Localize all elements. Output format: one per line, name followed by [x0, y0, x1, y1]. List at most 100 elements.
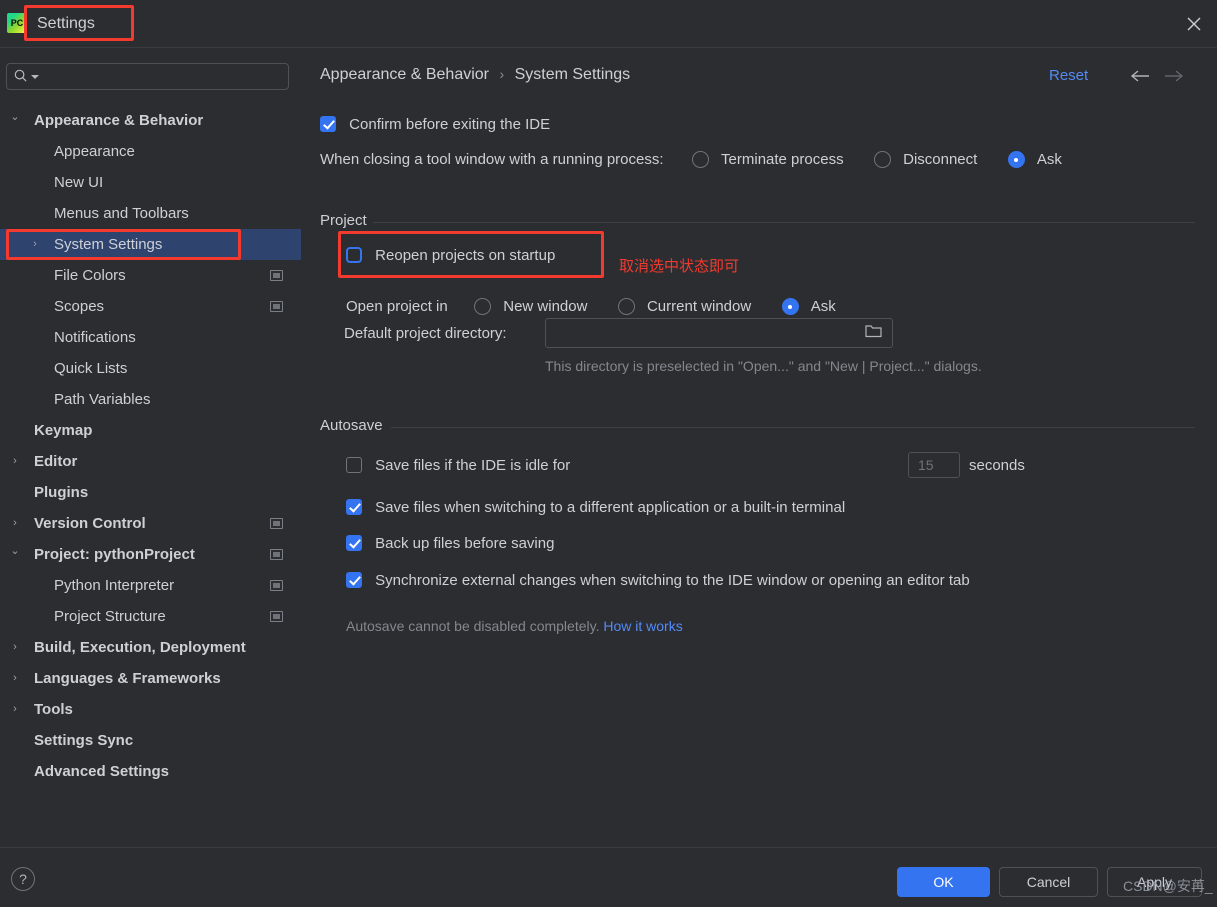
sidebar-item-build-execution-deployment[interactable]: › Build, Execution, Deployment [0, 632, 301, 663]
radio-new-window-dot[interactable] [474, 298, 492, 315]
chevron-down-icon[interactable]: ⌄ [8, 539, 22, 563]
sidebar-item-label: Settings Sync [34, 732, 134, 749]
breadcrumb-current: System Settings [514, 66, 631, 83]
confirm-exit-row[interactable]: Confirm before exiting the IDE [320, 116, 550, 133]
chevron-right-icon[interactable]: › [8, 694, 22, 725]
sidebar-item-keymap[interactable]: Keymap [0, 415, 301, 446]
radio-current-window[interactable]: Current window [617, 298, 756, 315]
chevron-right-icon[interactable]: › [8, 446, 22, 477]
radio-disconnect[interactable]: Disconnect [873, 151, 982, 168]
radio-terminate-process-label: Terminate process [721, 151, 844, 168]
open-project-in-label: Open project in [346, 298, 448, 315]
sidebar-item-scopes[interactable]: Scopes [0, 291, 301, 322]
chevron-right-icon[interactable]: › [8, 632, 22, 663]
autosave-group-divider [391, 427, 1195, 428]
sidebar-item-appearance[interactable]: Appearance [0, 136, 301, 167]
chevron-right-icon[interactable]: › [8, 508, 22, 539]
autosave-sync-label: Synchronize external changes when switch… [375, 572, 970, 589]
sidebar-item-path-variables[interactable]: Path Variables [0, 384, 301, 415]
sidebar-item-appearance-behavior[interactable]: ⌄ Appearance & Behavior [0, 105, 301, 136]
sidebar-item-tools[interactable]: › Tools [0, 694, 301, 725]
project-scope-icon [270, 270, 283, 281]
radio-terminate-process[interactable]: Terminate process [691, 151, 848, 168]
settings-sidebar: ⌄ Appearance & Behavior Appearance New UI Me… [0, 48, 301, 847]
radio-new-window[interactable]: New window [474, 298, 592, 315]
radio-terminate-process-dot[interactable] [691, 151, 709, 168]
sidebar-item-version-control[interactable]: › Version Control [0, 508, 301, 539]
sidebar-item-file-colors[interactable]: File Colors [0, 260, 301, 291]
project-group-title: Project [320, 212, 367, 229]
sidebar-item-label: Appearance [54, 143, 135, 160]
folder-icon[interactable] [865, 323, 882, 343]
chinese-annotation: 取消选中状态即可 [619, 258, 740, 275]
project-scope-icon [270, 518, 283, 529]
close-icon[interactable] [1181, 11, 1207, 37]
sidebar-item-editor[interactable]: › Editor [0, 446, 301, 477]
autosave-idle-seconds-input[interactable]: 15 [908, 452, 960, 478]
autosave-group-title: Autosave [320, 417, 383, 434]
radio-project-ask[interactable]: Ask [781, 298, 836, 315]
reopen-projects-row[interactable]: Reopen projects on startup [346, 247, 555, 264]
radio-current-window-dot[interactable] [617, 298, 635, 315]
autosave-backup-label: Back up files before saving [375, 535, 555, 552]
chevron-right-icon[interactable]: › [8, 663, 22, 694]
autosave-backup-row[interactable]: Back up files before saving [346, 535, 554, 552]
autosave-sync-checkbox[interactable] [346, 572, 362, 588]
autosave-switch-app-checkbox[interactable] [346, 499, 362, 515]
default-project-directory-input[interactable] [545, 318, 893, 348]
default-dir-hint: This directory is preselected in "Open..… [545, 358, 982, 374]
sidebar-item-label: Advanced Settings [34, 763, 170, 780]
sidebar-item-label: New UI [54, 174, 104, 191]
breadcrumb: Appearance & Behavior › System Settings [320, 66, 630, 84]
radio-tool-ask[interactable]: Ask [1007, 151, 1062, 168]
sidebar-item-label: Build, Execution, Deployment [34, 639, 246, 656]
autosave-backup-checkbox[interactable] [346, 535, 362, 551]
arrow-right-icon[interactable] [1163, 68, 1187, 88]
radio-current-window-label: Current window [646, 298, 752, 315]
radio-project-ask-dot[interactable] [781, 298, 799, 315]
reset-link[interactable]: Reset [1049, 67, 1088, 84]
radio-project-ask-label: Ask [810, 298, 836, 315]
ok-button[interactable]: OK [897, 867, 990, 897]
radio-disconnect-dot[interactable] [873, 151, 891, 168]
sidebar-item-python-interpreter[interactable]: Python Interpreter [0, 570, 301, 601]
confirm-exit-checkbox[interactable] [320, 116, 336, 132]
search-field[interactable] [6, 63, 289, 90]
tool-window-label: When closing a tool window with a runnin… [320, 151, 664, 168]
sidebar-item-languages-frameworks[interactable]: › Languages & Frameworks [0, 663, 301, 694]
breadcrumb-separator: › [499, 66, 505, 82]
radio-disconnect-label: Disconnect [903, 151, 978, 168]
search-input[interactable] [41, 66, 281, 87]
breadcrumb-parent[interactable]: Appearance & Behavior [320, 66, 489, 83]
chevron-down-icon[interactable] [31, 75, 39, 79]
sidebar-item-notifications[interactable]: Notifications [0, 322, 301, 353]
cancel-button[interactable]: Cancel [999, 867, 1098, 897]
how-it-works-link[interactable]: How it works [603, 618, 682, 634]
sidebar-item-project-structure[interactable]: Project Structure [0, 601, 301, 632]
autosave-switch-app-row[interactable]: Save files when switching to a different… [346, 499, 845, 516]
sidebar-item-label: Tools [34, 701, 73, 718]
sidebar-item-advanced-settings[interactable]: Advanced Settings [0, 756, 301, 787]
help-button[interactable]: ? [11, 867, 35, 891]
autosave-idle-checkbox[interactable] [346, 457, 362, 473]
sidebar-item-plugins[interactable]: Plugins [0, 477, 301, 508]
sidebar-item-settings-sync[interactable]: Settings Sync [0, 725, 301, 756]
sidebar-item-new-ui[interactable]: New UI [0, 167, 301, 198]
open-project-in-row: Open project in New window Current windo… [346, 298, 836, 315]
chevron-down-icon[interactable]: ⌄ [8, 105, 22, 129]
autosave-sync-row[interactable]: Synchronize external changes when switch… [346, 572, 970, 589]
radio-tool-ask-dot[interactable] [1007, 151, 1025, 168]
sidebar-item-project-pythonproject[interactable]: ⌄ Project: pythonProject [0, 539, 301, 570]
settings-tree: ⌄ Appearance & Behavior Appearance New UI Me… [0, 105, 301, 787]
project-scope-icon [270, 580, 283, 591]
arrow-left-icon[interactable] [1129, 68, 1153, 88]
autosave-idle-row[interactable]: Save files if the IDE is idle for [346, 457, 570, 474]
sidebar-item-quick-lists[interactable]: Quick Lists [0, 353, 301, 384]
pycharm-icon: PC [7, 13, 27, 33]
sidebar-item-label: Plugins [34, 484, 89, 501]
chevron-right-icon[interactable]: › [28, 229, 42, 260]
sidebar-item-system-settings[interactable]: › System Settings [0, 229, 301, 260]
reopen-projects-checkbox[interactable] [346, 247, 362, 263]
sidebar-item-menus-and-toolbars[interactable]: Menus and Toolbars [0, 198, 301, 229]
project-scope-icon [270, 301, 283, 312]
